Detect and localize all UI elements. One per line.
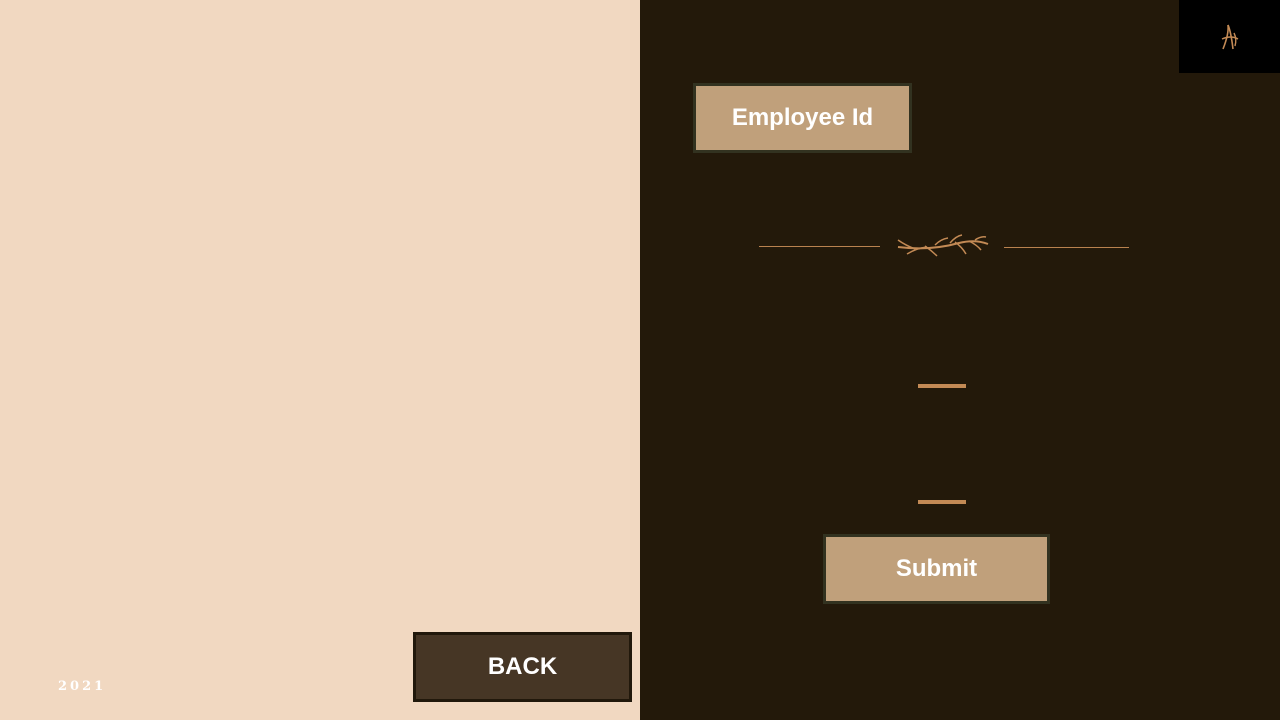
left-panel: 2021 BACK — [0, 0, 640, 720]
divider-line-left — [759, 246, 880, 247]
divider-line-right — [1004, 247, 1129, 248]
password-input[interactable] — [918, 500, 966, 504]
monogram-logo-icon — [1221, 24, 1238, 49]
submit-button[interactable]: Submit — [823, 534, 1050, 604]
logo[interactable] — [1179, 0, 1280, 73]
branch-icon — [897, 234, 989, 257]
employee-id-button[interactable]: Employee Id — [693, 83, 912, 153]
employee-id-input[interactable] — [918, 384, 966, 388]
back-button[interactable]: BACK — [413, 632, 632, 702]
year-label: 2021 — [58, 679, 107, 694]
page: 2021 BACK Employee Id Submit — [0, 0, 1280, 720]
